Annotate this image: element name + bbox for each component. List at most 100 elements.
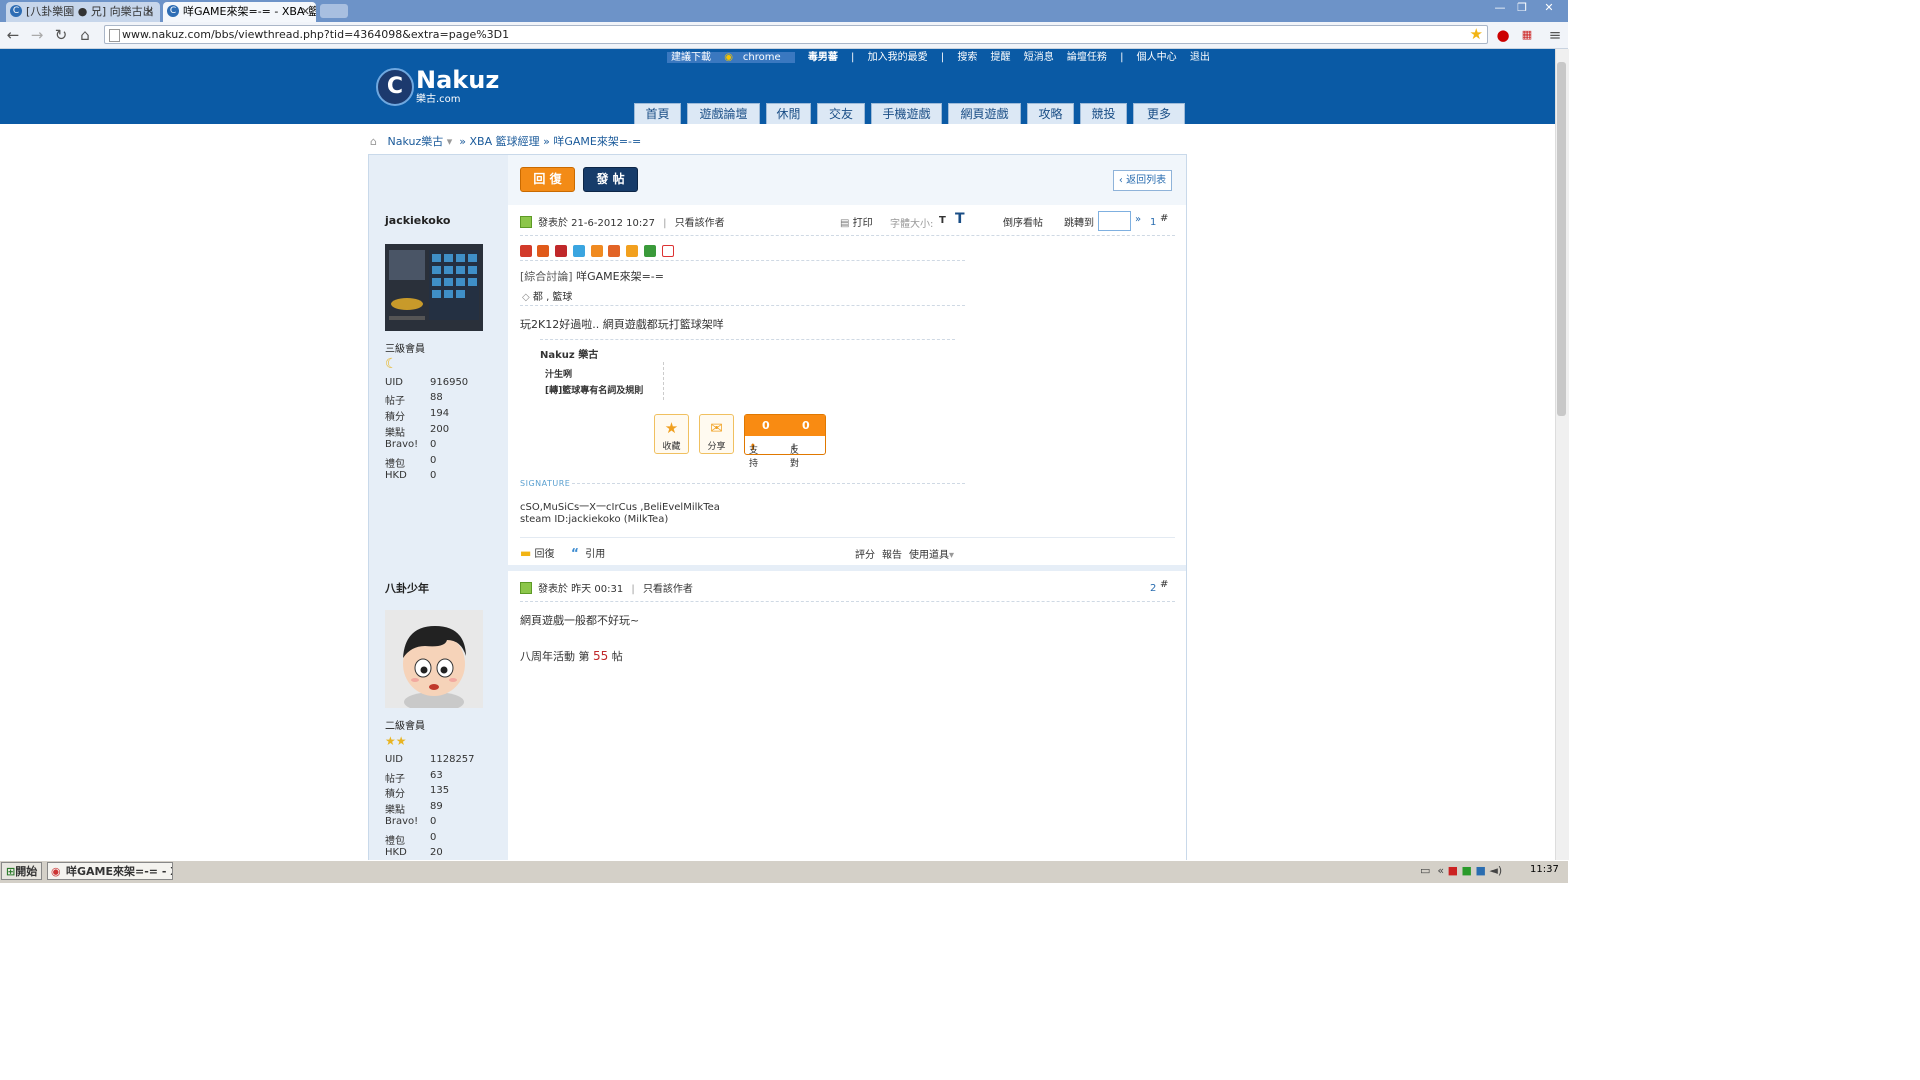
signature-line-1: cSO,MuSiCs一X一cIrCus ,BeliEvelMilkTea — [520, 502, 720, 513]
post2-only-author-link[interactable]: 只看該作者 — [643, 584, 693, 595]
url-text[interactable]: www.nakuz.com/bbs/viewthread.php?tid=436… — [122, 28, 509, 41]
nav-social[interactable]: 交友 — [817, 103, 865, 124]
font-big-button[interactable]: T — [955, 211, 965, 227]
tasks-link[interactable]: 論壇任務 — [1067, 52, 1107, 63]
bookmark-star-icon[interactable]: ★ — [1470, 25, 1483, 43]
start-button[interactable]: ⊞開始 — [1, 862, 42, 880]
nav-mobile-games[interactable]: 手機遊戲 — [871, 103, 942, 124]
logout-link[interactable]: 退出 — [1190, 52, 1210, 63]
share-pixnet-icon[interactable] — [555, 245, 567, 257]
jump-go-button[interactable]: » — [1135, 214, 1141, 225]
tag-icon: ◇ — [522, 292, 530, 303]
taskbar-chrome-item[interactable]: ◉ 咩GAME來架=-= - X... — [47, 862, 173, 880]
tools-menu[interactable]: 使用道具▾ — [909, 546, 954, 561]
nav-auction[interactable]: 競投 — [1080, 103, 1127, 124]
share-other-icon[interactable] — [662, 245, 674, 257]
tray-app-icon[interactable]: ■ — [1475, 864, 1485, 877]
browser-tab-bar: C [八卦樂園 ● 兄] 向樂古出 ✕ C 咩GAME來架=-= - XBA 籃… — [0, 0, 1568, 22]
menu-wrench-icon[interactable]: ≡ — [1546, 26, 1564, 44]
post1-only-author-link[interactable]: 只看該作者 — [675, 218, 725, 229]
close-tab-icon[interactable]: ✕ — [145, 2, 154, 21]
share-weibo-icon[interactable] — [608, 245, 620, 257]
breadcrumb-forum[interactable]: » XBA 籃球經理 — [459, 135, 539, 148]
tray-expand-icon[interactable]: « — [1437, 864, 1444, 877]
extension-badge-icon[interactable]: ▦ — [1518, 26, 1536, 44]
post1-floor-number[interactable]: 1 — [1150, 217, 1156, 228]
post1-title: [綜合討論] 咩GAME來架=-= — [520, 268, 664, 284]
tray-monitor-icon[interactable]: ▭ — [1420, 864, 1430, 877]
username-link[interactable]: 毒男蕃 — [808, 52, 838, 63]
tray-antivirus-icon[interactable]: ■ — [1448, 864, 1458, 877]
post1-tags-text[interactable]: 都 , 籃球 — [533, 292, 573, 303]
share-label: 分享 — [707, 442, 726, 452]
collect-button[interactable]: ★ 收藏 — [654, 414, 689, 454]
close-window-icon[interactable]: ✕ — [1540, 2, 1558, 15]
reload-icon[interactable]: ↻ — [52, 26, 70, 44]
post2-author-name[interactable]: 八卦少年 — [385, 580, 429, 596]
tray-network-icon[interactable]: ■ — [1462, 864, 1472, 877]
breadcrumb-home[interactable]: Nakuz樂古 — [387, 135, 443, 148]
remind-link[interactable]: 提醒 — [991, 52, 1011, 63]
post1-stat-label: 帖子 — [385, 396, 405, 407]
share-facebook-icon[interactable] — [537, 245, 549, 257]
font-small-button[interactable]: T — [939, 215, 946, 226]
reverse-order-link[interactable]: 倒序看帖 — [1003, 214, 1043, 229]
search-link[interactable]: 搜索 — [957, 52, 977, 63]
chevron-down-icon[interactable]: ▾ — [443, 135, 453, 148]
browser-tab-1[interactable]: C [八卦樂園 ● 兄] 向樂古出 ✕ — [6, 2, 160, 22]
post1-reply-link[interactable]: ▬ 回復 — [520, 545, 555, 560]
post1-avatar[interactable] — [385, 244, 483, 331]
address-bar[interactable]: www.nakuz.com/bbs/viewthread.php?tid=436… — [104, 25, 1488, 44]
reply-button[interactable]: 回 復 — [520, 167, 575, 192]
share-hd-icon[interactable] — [626, 245, 638, 257]
forward-arrow-icon[interactable]: → — [28, 26, 46, 44]
windows-taskbar — [0, 860, 1568, 883]
report-link[interactable]: 報告 — [882, 546, 902, 561]
new-post-button[interactable]: 發 帖 — [583, 167, 638, 192]
nav-more[interactable]: 更多 — [1133, 103, 1185, 124]
post2-floor-number[interactable]: 2 — [1150, 583, 1156, 594]
nav-guides[interactable]: 攻略 — [1027, 103, 1074, 124]
nav-home[interactable]: 首頁 — [634, 103, 681, 124]
envelope-icon: ✉ — [710, 419, 723, 437]
breadcrumb-thread[interactable]: » 咩GAME來架=-= — [543, 135, 641, 148]
opera-extension-icon[interactable]: ● — [1494, 26, 1512, 44]
rate-link[interactable]: 評分 — [855, 546, 875, 561]
chrome-icon: ◉ — [724, 52, 733, 63]
share-twitter-icon[interactable] — [573, 245, 585, 257]
nav-game-forum[interactable]: 遊戲論壇 — [687, 103, 760, 124]
restore-window-icon[interactable]: ❐ — [1513, 2, 1531, 15]
share-google-icon[interactable] — [644, 245, 656, 257]
new-tab-button[interactable] — [320, 4, 348, 18]
minimize-window-icon[interactable]: — — [1491, 2, 1509, 15]
profile-link[interactable]: 個人中心 — [1137, 52, 1177, 63]
related-item[interactable]: 汁生咧 — [545, 367, 572, 380]
browser-tab-2-active[interactable]: C 咩GAME來架=-= - XBA 籃 ✕ — [163, 2, 316, 22]
back-to-list-button[interactable]: ‹ 返回列表 — [1113, 170, 1172, 191]
add-favorite-link[interactable]: 加入我的最愛 — [868, 52, 928, 63]
scrollbar-thumb[interactable] — [1557, 62, 1566, 416]
post1-quote-link[interactable]: “ 引用 — [571, 545, 605, 560]
jump-floor-input[interactable] — [1098, 211, 1131, 231]
fontsize-label: 字體大小: — [890, 219, 934, 230]
print-link[interactable]: ▤ 打印 — [840, 214, 873, 229]
post1-stat-label: 樂點 — [385, 428, 405, 439]
nav-web-games[interactable]: 網頁遊戲 — [948, 103, 1021, 124]
home-icon[interactable]: ⌂ — [76, 26, 94, 44]
share-plurk-icon[interactable] — [520, 245, 532, 257]
related-item[interactable]: [轉]籃球專有名詞及規則 — [545, 383, 643, 396]
post-status-icon — [520, 216, 532, 228]
share-button[interactable]: ✉ 分享 — [699, 414, 734, 454]
post1-title-tag[interactable]: [綜合討論] — [520, 270, 573, 283]
tray-volume-icon[interactable]: ◄) — [1489, 864, 1502, 877]
divider — [520, 537, 1175, 538]
chrome-download-badge[interactable]: 建議下載 ◉ chrome — [667, 52, 795, 63]
nav-leisure[interactable]: 休閒 — [766, 103, 811, 124]
post2-avatar[interactable] — [385, 610, 483, 712]
post1-author-name[interactable]: jackiekoko — [385, 214, 450, 227]
close-tab-icon[interactable]: ✕ — [301, 2, 310, 21]
pm-link[interactable]: 短消息 — [1024, 52, 1054, 63]
divider — [572, 483, 965, 484]
share-blogger-icon[interactable] — [591, 245, 603, 257]
back-arrow-icon[interactable]: ← — [4, 26, 22, 44]
